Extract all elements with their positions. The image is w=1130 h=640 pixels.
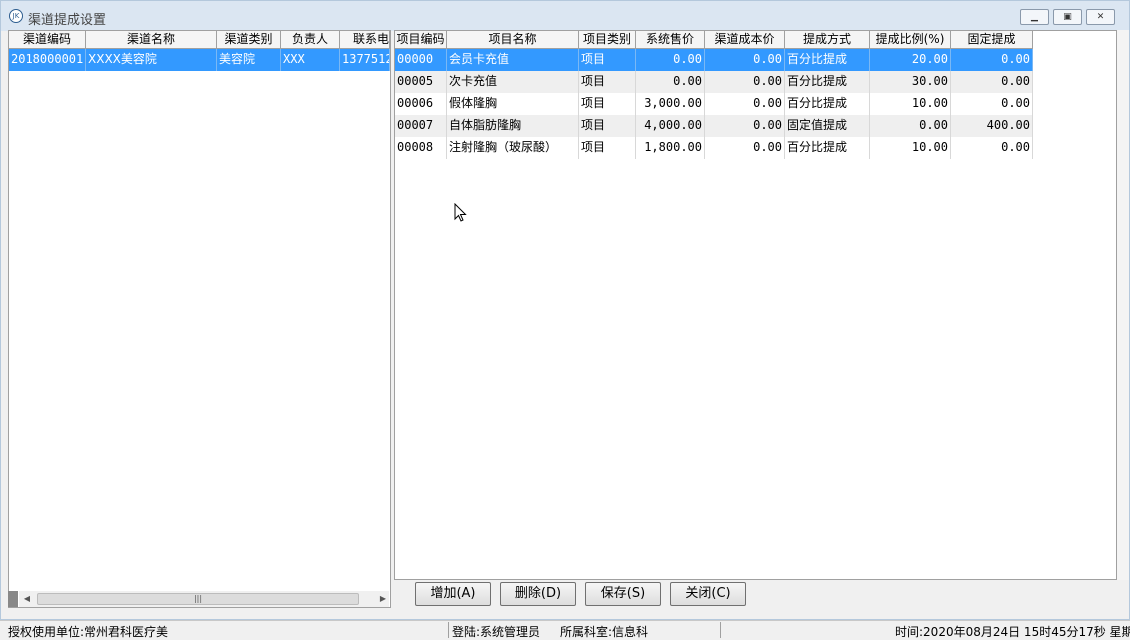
row-indicator-box (8, 591, 18, 607)
col-header-commission-method[interactable]: 提成方式 (785, 31, 870, 49)
cell-item-name: 注射隆胸（玻尿酸） (447, 137, 579, 159)
cell-commission-method: 百分比提成 (785, 71, 870, 93)
cell-system-price: 0.00 (636, 71, 705, 93)
col-header-item-type[interactable]: 项目类别 (579, 31, 636, 49)
minimize-button[interactable]: ▁ (1020, 9, 1049, 25)
cell-item-code: 00007 (395, 115, 447, 137)
col-header-commission-ratio[interactable]: 提成比例(%) (870, 31, 951, 49)
cell-item-type: 项目 (579, 71, 636, 93)
commission-grid[interactable]: 项目编码 项目名称 项目类别 系统售价 渠道成本价 提成方式 提成比例(%) 固… (394, 30, 1117, 580)
vertical-scrollbar[interactable] (1117, 30, 1129, 580)
cell-item-type: 项目 (579, 137, 636, 159)
cell-fixed-commission: 0.00 (951, 93, 1033, 115)
close-window-button[interactable]: ✕ (1086, 9, 1115, 25)
col-header-channel-code[interactable]: 渠道编码 (9, 31, 86, 49)
cell-fixed-commission: 0.00 (951, 49, 1033, 71)
col-header-phone[interactable]: 联系电 (340, 31, 390, 49)
status-login-user: 登陆:系统管理员 (452, 625, 541, 639)
table-row[interactable]: 00007 自体脂肪隆胸 项目 4,000.00 0.00 固定值提成 0.00… (395, 115, 1033, 137)
col-header-item-code[interactable]: 项目编码 (395, 31, 447, 49)
cell-commission-ratio: 30.00 (870, 71, 951, 93)
cell-commission-method: 百分比提成 (785, 49, 870, 71)
status-department: 所属科室:信息科 (560, 625, 649, 639)
col-header-owner[interactable]: 负责人 (281, 31, 340, 49)
cell-item-name: 假体隆胸 (447, 93, 579, 115)
cell-commission-ratio: 0.00 (870, 115, 951, 137)
cell-item-type: 项目 (579, 93, 636, 115)
cell-commission-ratio: 20.00 (870, 49, 951, 71)
cell-fixed-commission: 0.00 (951, 71, 1033, 93)
cell-item-name: 次卡充值 (447, 71, 579, 93)
scroll-left-arrow-icon[interactable]: ◀ (19, 591, 35, 607)
cell-item-name: 自体脂肪隆胸 (447, 115, 579, 137)
cell-channel-cost: 0.00 (705, 115, 785, 137)
scroll-thumb[interactable]: ||| (37, 593, 359, 605)
channel-grid-rows: 2018000001 XXXX美容院 美容院 XXX 1377512 (9, 49, 390, 71)
cell-commission-ratio: 10.00 (870, 93, 951, 115)
cell-phone: 1377512 (340, 49, 390, 71)
window-title: 渠道提成设置 (28, 13, 107, 28)
status-divider (720, 622, 721, 638)
cell-commission-method: 固定值提成 (785, 115, 870, 137)
cell-owner: XXX (281, 49, 340, 71)
table-row[interactable]: 2018000001 XXXX美容院 美容院 XXX 1377512 (9, 49, 390, 71)
cell-fixed-commission: 400.00 (951, 115, 1033, 137)
cell-commission-ratio: 10.00 (870, 137, 951, 159)
cell-system-price: 0.00 (636, 49, 705, 71)
app-logo-icon: JK (9, 9, 23, 23)
cell-system-price: 1,800.00 (636, 137, 705, 159)
cell-channel-cost: 0.00 (705, 137, 785, 159)
col-header-channel-name[interactable]: 渠道名称 (86, 31, 217, 49)
commission-grid-rows: 00000 会员卡充值 项目 0.00 0.00 百分比提成 20.00 0.0… (395, 49, 1033, 159)
table-row[interactable]: 00008 注射隆胸（玻尿酸） 项目 1,800.00 0.00 百分比提成 1… (395, 137, 1033, 159)
mouse-cursor-icon (454, 203, 467, 222)
cell-item-type: 项目 (579, 115, 636, 137)
status-time: 时间:2020年08月24日 15时45分17秒 星期一 (895, 625, 1130, 639)
close-button[interactable]: 关闭(C) (670, 582, 746, 606)
col-header-item-name[interactable]: 项目名称 (447, 31, 579, 49)
commission-grid-header: 项目编码 项目名称 项目类别 系统售价 渠道成本价 提成方式 提成比例(%) 固… (395, 31, 1033, 49)
add-button[interactable]: 增加(A) (415, 582, 491, 606)
cell-commission-method: 百分比提成 (785, 93, 870, 115)
table-row[interactable]: 00000 会员卡充值 项目 0.00 0.00 百分比提成 20.00 0.0… (395, 49, 1033, 71)
status-divider (448, 622, 449, 638)
delete-button[interactable]: 删除(D) (500, 582, 576, 606)
cell-channel-cost: 0.00 (705, 49, 785, 71)
channel-grid-header: 渠道编码 渠道名称 渠道类别 负责人 联系电 (9, 31, 390, 49)
cell-item-code: 00005 (395, 71, 447, 93)
status-licensed-unit: 授权使用单位:常州君科医疗美 (8, 625, 169, 639)
maximize-button[interactable]: ▣ (1053, 9, 1082, 25)
cell-fixed-commission: 0.00 (951, 137, 1033, 159)
horizontal-scrollbar[interactable]: ◀ ||| ▶ (19, 591, 389, 607)
cell-channel-code: 2018000001 (9, 49, 86, 71)
cell-item-type: 项目 (579, 49, 636, 71)
cell-channel-cost: 0.00 (705, 93, 785, 115)
app-window: JK 渠道提成设置 ▁ ▣ ✕ 渠道编码 渠道名称 渠道类别 负责人 联系电 2… (0, 0, 1130, 620)
cell-channel-name: XXXX美容院 (86, 49, 217, 71)
table-row[interactable]: 00005 次卡充值 项目 0.00 0.00 百分比提成 30.00 0.00 (395, 71, 1033, 93)
cell-channel-type: 美容院 (217, 49, 281, 71)
col-header-channel-cost[interactable]: 渠道成本价 (705, 31, 785, 49)
cell-system-price: 3,000.00 (636, 93, 705, 115)
cell-item-code: 00000 (395, 49, 447, 71)
col-header-system-price[interactable]: 系统售价 (636, 31, 705, 49)
channel-grid[interactable]: 渠道编码 渠道名称 渠道类别 负责人 联系电 2018000001 XXXX美容… (8, 30, 391, 608)
title-bar: JK 渠道提成设置 ▁ ▣ ✕ (1, 1, 1129, 31)
cell-commission-method: 百分比提成 (785, 137, 870, 159)
cell-item-code: 00006 (395, 93, 447, 115)
cell-item-name: 会员卡充值 (447, 49, 579, 71)
status-bar: 授权使用单位:常州君科医疗美 登陆:系统管理员 所属科室:信息科 时间:2020… (0, 620, 1130, 639)
col-header-fixed-commission[interactable]: 固定提成 (951, 31, 1033, 49)
cell-item-code: 00008 (395, 137, 447, 159)
col-header-channel-type[interactable]: 渠道类别 (217, 31, 281, 49)
table-row[interactable]: 00006 假体隆胸 项目 3,000.00 0.00 百分比提成 10.00 … (395, 93, 1033, 115)
cell-channel-cost: 0.00 (705, 71, 785, 93)
scroll-right-arrow-icon[interactable]: ▶ (375, 591, 391, 607)
save-button[interactable]: 保存(S) (585, 582, 661, 606)
cell-system-price: 4,000.00 (636, 115, 705, 137)
